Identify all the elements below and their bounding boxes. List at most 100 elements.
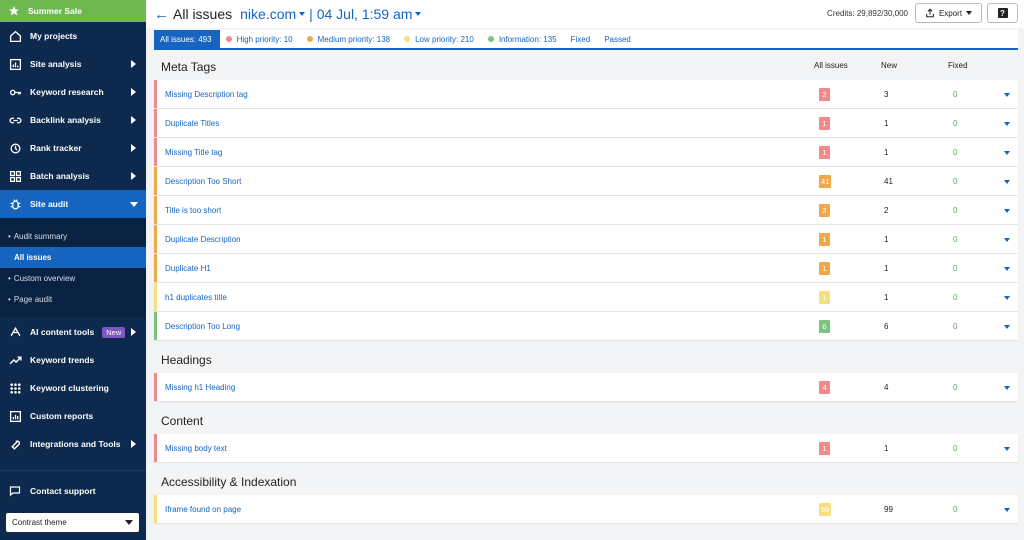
sidebar-item-my-projects[interactable]: My projects [0,22,146,50]
sidebar-item-label: AI content tools [30,327,94,337]
summer-sale-banner[interactable]: Summer Sale [0,0,146,22]
issue-row[interactable]: Description Too Short 41 41 0 [154,167,1018,195]
sidebar-item-batch-analysis[interactable]: Batch analysis [0,162,146,190]
back-arrow-icon[interactable]: ← [154,6,169,23]
theme-select[interactable]: Contrast theme [6,513,139,532]
fixed-count: 0 [953,444,957,453]
issue-row[interactable]: Duplicate Description 1 1 0 [154,225,1018,253]
issue-name-link[interactable]: Duplicate H1 [157,264,211,273]
issue-count-badge: 1 [819,233,830,246]
issue-name-link[interactable]: Missing h1 Heading [157,383,235,392]
caret-icon [131,116,136,124]
sidebar-item-backlink-analysis[interactable]: Backlink analysis [0,106,146,134]
sidebar-item-site-audit[interactable]: Site audit [0,190,146,218]
issue-row[interactable]: Duplicate H1 1 1 0 [154,254,1018,282]
issue-name-link[interactable]: Iframe found on page [157,505,241,514]
expand-row-icon[interactable] [1004,122,1010,126]
sidebar-item-custom-reports[interactable]: Custom reports [0,402,146,430]
issue-row[interactable]: Description Too Long 6 6 0 [154,312,1018,340]
filter-tab-fixed[interactable]: Fixed [565,30,599,48]
submenu-item-all-issues[interactable]: All issues [0,247,146,268]
sidebar-item-keyword-clustering[interactable]: Keyword clustering [0,374,146,402]
filter-tab-low-priority[interactable]: Low priority: 210 [398,30,482,48]
expand-row-icon[interactable] [1004,267,1010,271]
export-button[interactable]: Export [915,3,982,23]
issue-row[interactable]: Title is too short 2 2 0 [154,196,1018,224]
caret-icon [131,172,136,180]
sidebar-item-keyword-trends[interactable]: Keyword trends [0,346,146,374]
expand-row-icon[interactable] [1004,151,1010,155]
filter-tab-label: Fixed [571,35,591,44]
issue-row[interactable]: Missing Title tag 1 1 0 [154,138,1018,166]
filter-tab-information[interactable]: Information: 135 [482,30,565,48]
caret-icon [131,440,136,448]
new-count: 1 [884,119,888,128]
issue-row[interactable]: Duplicate Titles 1 1 0 [154,109,1018,137]
sidebar-item-integrations-and-tools[interactable]: Integrations and Tools [0,430,146,458]
filter-tab-passed[interactable]: Passed [598,30,639,48]
expand-row-icon[interactable] [1004,209,1010,213]
issue-name-link[interactable]: Missing body text [157,444,227,453]
new-count: 1 [884,235,888,244]
submenu-item-audit-summary[interactable]: • Audit summary [0,226,146,247]
new-count: 1 [884,148,888,157]
sidebar-item-keyword-research[interactable]: Keyword research [0,78,146,106]
contact-support-link[interactable]: Contact support [0,477,146,505]
high-priority-dot [226,36,232,42]
site-selector[interactable]: nike.com | 04 Jul, 1:59 am [240,6,421,22]
issue-name-link[interactable]: Missing Title tag [157,148,222,157]
issue-row[interactable]: Missing body text 1 1 0 [154,434,1018,462]
issue-row[interactable]: Missing h1 Heading 4 4 0 [154,373,1018,401]
sidebar-item-rank-tracker[interactable]: Rank tracker [0,134,146,162]
promo-label: Summer Sale [28,6,82,16]
issue-row[interactable]: Missing Description tag 2 3 0 [154,80,1018,108]
issue-name-link[interactable]: Description Too Short [157,177,241,186]
expand-row-icon[interactable] [1004,325,1010,329]
issue-name-link[interactable]: Duplicate Titles [157,119,219,128]
submenu-item-label: Audit summary [14,232,67,241]
export-label: Export [939,9,962,18]
report-icon [8,409,22,423]
new-count: 99 [884,505,893,514]
expand-row-icon[interactable] [1004,180,1010,184]
expand-row-icon[interactable] [1004,93,1010,97]
chevron-down-icon [125,520,133,525]
key-icon [8,85,22,99]
sidebar: Summer Sale My projects Site analysis Ke… [0,0,146,540]
new-count: 2 [884,206,888,215]
issue-row[interactable]: h1 duplicates title 1 1 0 [154,283,1018,311]
issue-name-link[interactable]: Description Too Long [157,322,240,331]
column-header-new[interactable]: New [881,61,897,70]
fixed-count: 0 [953,177,957,186]
section-header-content: Content [154,408,1018,434]
issue-name-link[interactable]: Title is too short [157,206,221,215]
new-badge: New [102,327,125,338]
expand-row-icon[interactable] [1004,386,1010,390]
expand-row-icon[interactable] [1004,508,1010,512]
sidebar-item-site-analysis[interactable]: Site analysis [0,50,146,78]
submenu-item-page-audit[interactable]: • Page audit [0,289,146,310]
sidebar-item-ai-content-tools[interactable]: AI content tools New [0,318,146,346]
filter-tab-high-priority[interactable]: High priority: 10 [220,30,301,48]
issue-name-link[interactable]: Missing Description tag [157,90,248,99]
filter-tab-medium-priority[interactable]: Medium priority: 138 [301,30,398,48]
issue-row[interactable]: Iframe found on page 99 99 0 [154,495,1018,523]
issue-name-link[interactable]: h1 duplicates title [157,293,227,302]
filter-tab-label: High priority: 10 [237,35,293,44]
issue-name-link[interactable]: Duplicate Description [157,235,241,244]
issue-count-badge: 4 [819,381,830,394]
new-count: 3 [884,90,888,99]
expand-row-icon[interactable] [1004,296,1010,300]
submenu-item-custom-overview[interactable]: • Custom overview [0,268,146,289]
column-header-all-issues[interactable]: All issues [814,61,848,70]
column-header-fixed[interactable]: Fixed [948,61,968,70]
caret-icon [131,88,136,96]
caret-icon [130,202,138,207]
fixed-count: 0 [953,322,957,331]
expand-row-icon[interactable] [1004,238,1010,242]
fixed-count: 0 [953,148,957,157]
help-button[interactable]: ? [987,3,1018,23]
section-title: Headings [154,353,212,367]
filter-tab-all-issues[interactable]: All issues: 493 [154,30,220,48]
expand-row-icon[interactable] [1004,447,1010,451]
